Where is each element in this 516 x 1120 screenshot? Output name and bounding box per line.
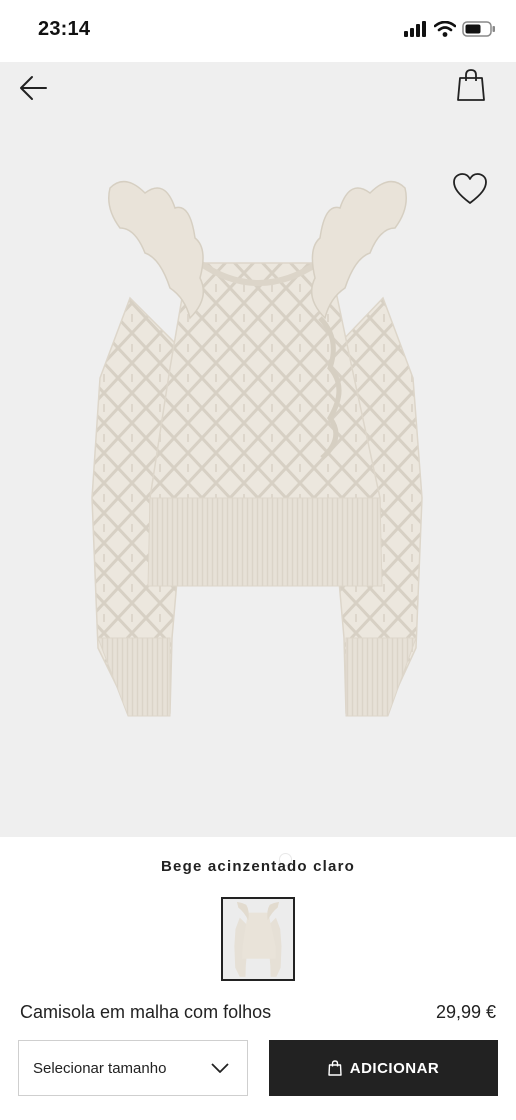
shopping-bag-icon [328,1060,342,1076]
product-image [91,180,423,717]
product-name: Camisola em malha com folhos [20,1002,272,1022]
status-time: 23:14 [38,18,91,40]
heart-icon[interactable] [452,172,488,206]
color-swatch-thumbnail[interactable] [221,897,295,981]
add-to-bag-label: ADICIONAR [349,1059,440,1077]
thumbnail-image [234,899,282,979]
size-select[interactable]: Selecionar tamanho [18,1040,248,1096]
color-name: Bege acinzentado claro [161,858,355,875]
wifi-icon [434,21,456,37]
battery-icon [462,21,495,37]
shopping-bag-icon[interactable] [456,68,486,102]
product-price: 29,99 € [435,1002,496,1022]
arrow-left-icon[interactable] [18,72,50,104]
add-to-bag-button[interactable]: ADICIONAR [269,1040,498,1096]
status-bar: 23:14 [0,0,516,62]
signal-icon [404,21,426,37]
size-select-label: Selecionar tamanho [33,1060,167,1077]
product-image-gallery[interactable] [0,62,516,865]
chevron-down-icon [211,1063,229,1073]
